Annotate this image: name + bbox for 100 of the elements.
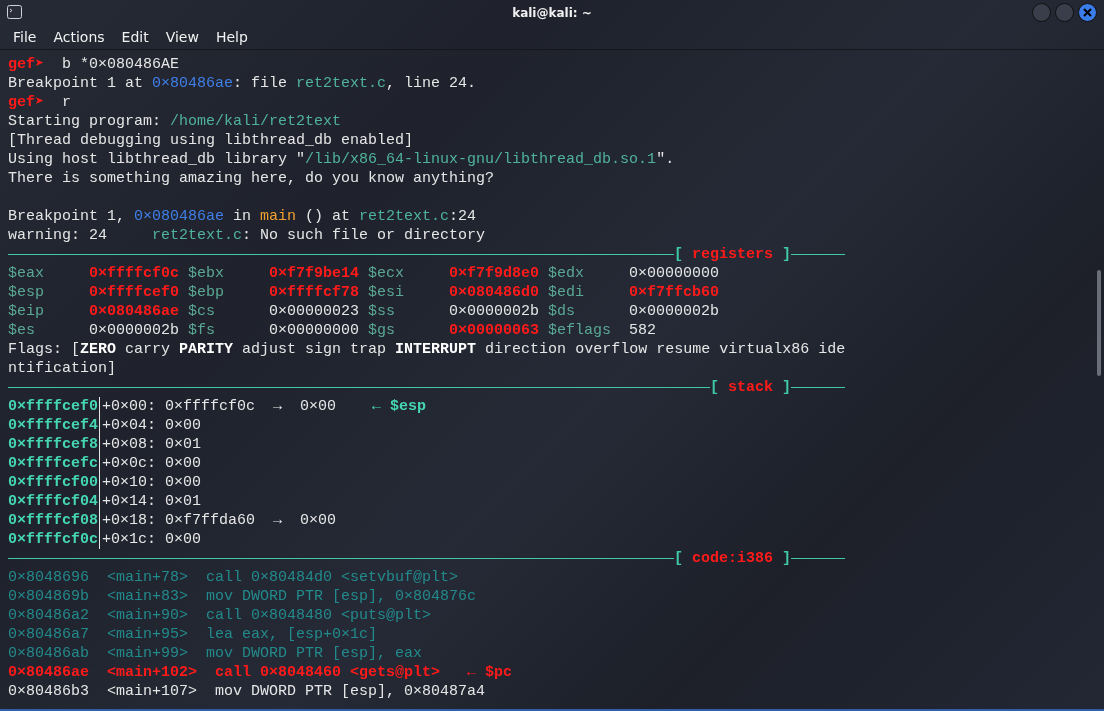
register-name: $esp <box>8 283 45 302</box>
stack-entry: +0×08: 0×01 <box>102 435 202 454</box>
output-line: Starting program: /home/kali/ret2text <box>8 112 342 131</box>
output-line: [Thread debugging using libthread_db enabled] <box>8 131 414 150</box>
register-value: 0×00000000 <box>629 264 721 283</box>
register-name: $ss <box>368 302 397 321</box>
instruction-text: mov DWORD PTR [esp], 0×80487a4 <box>215 682 486 701</box>
register-name: $cs <box>188 302 217 321</box>
register-name: $gs <box>368 321 397 340</box>
output-line: warning: 24 ret2text.c: No such file or directory <box>8 226 486 245</box>
code-symbol: <main+102> <box>107 663 198 682</box>
instruction-text: mov DWORD PTR [esp], 0×804876c <box>206 587 477 606</box>
register-name: $es <box>8 321 36 340</box>
stack-entry: +0×04: 0×00 <box>102 416 202 435</box>
menu-item[interactable]: Help <box>206 29 256 45</box>
code-address: 0×80486ab <box>8 644 89 663</box>
stack-address: 0×ffffcf00 <box>8 473 100 492</box>
instruction-text: mov DWORD PTR [esp], eax <box>206 644 423 663</box>
register-value: 0×0000002b <box>449 302 541 321</box>
code-symbol: <main+107> <box>107 682 198 701</box>
register-name: $ds <box>548 302 577 321</box>
flags-line: ntification] <box>8 359 117 378</box>
code-address: 0×80486a2 <box>8 606 89 625</box>
stack-entry: +0×0c: 0×00 <box>102 454 202 473</box>
register-name: $eip <box>8 302 45 321</box>
stack-address: 0×ffffcf04 <box>8 492 100 511</box>
stack-address: 0×ffffcf08 <box>8 511 100 530</box>
prompt-label: gef➤ <box>8 93 45 112</box>
bracket-text: [ <box>710 378 720 397</box>
register-name: $eax <box>8 264 45 283</box>
code-address: 0×80486a7 <box>8 625 89 644</box>
bracket-text: [ <box>674 245 684 264</box>
flags-line: Flags: [ZERO carry PARITY adjust sign trap INTERRUPT direction overflow resume virtualx86 ide <box>8 340 846 359</box>
bracket-text: ] <box>782 378 792 397</box>
output-line: Using host libthread_db library "/lib/x86_64-linux-gnu/libthread_db.so.1". <box>8 150 675 169</box>
register-value: 0×00000023 <box>269 302 361 321</box>
register-name: $ecx <box>368 264 406 283</box>
code-symbol: <main+99> <box>107 644 189 663</box>
prompt-label: gef➤ <box>8 55 45 74</box>
register-name: $eflags <box>548 321 613 340</box>
register-value: 0×f7ffcb60 <box>629 283 721 302</box>
register-name: $fs <box>188 321 217 340</box>
register-name: $esi <box>368 283 406 302</box>
register-value: 0×00000063 <box>449 321 541 340</box>
minimize-button[interactable] <box>1032 3 1051 22</box>
output-line: Breakpoint 1, 0×080486ae in main () at ret2text.c:24 <box>8 207 477 226</box>
register-value: 582 <box>629 321 658 340</box>
stack-address: 0×ffffcef8 <box>8 435 100 454</box>
instruction-text: call 0×8048480 <puts@plt> <box>206 606 432 625</box>
register-value: 0×080486ae <box>89 302 180 321</box>
register-value: 0×ffffcef0 <box>89 283 180 302</box>
menu-item[interactable]: Actions <box>44 29 113 45</box>
stack-address: 0×ffffcefc <box>8 454 100 473</box>
code-symbol: <main+95> <box>107 625 189 644</box>
menu-item[interactable]: File <box>4 29 45 45</box>
section-title: stack <box>728 378 774 397</box>
output-line: There is something amazing here, do you know anything? <box>8 169 495 188</box>
close-icon <box>1083 8 1092 17</box>
section-title: registers <box>692 245 774 264</box>
register-name: $edi <box>548 283 586 302</box>
stack-address: 0×ffffcf0c <box>8 530 100 549</box>
stack-entry: +0×1c: 0×00 <box>102 530 202 549</box>
instruction-text: call 0×80484d0 <setvbuf@plt> <box>206 568 459 587</box>
register-name: $edx <box>548 264 586 283</box>
stack-address: 0×ffffcef4 <box>8 416 100 435</box>
terminal-icon <box>7 5 22 19</box>
stack-entry: +0×10: 0×00 <box>102 473 202 492</box>
register-name: $ebx <box>188 264 226 283</box>
instruction-text: call 0×8048460 <gets@plt> <box>215 663 441 682</box>
menu-item[interactable]: Edit <box>112 29 157 45</box>
register-value: 0×ffffcf78 <box>269 283 361 302</box>
section-title: code:i386 <box>692 549 774 568</box>
code-address: 0×8048696 <box>8 568 89 587</box>
bracket-text: ] <box>782 549 792 568</box>
menu-item[interactable]: View <box>156 29 207 45</box>
register-value: 0×ffffcf0c <box>89 264 180 283</box>
register-pointer-label: ← $esp <box>372 397 427 416</box>
register-value: 0×0000002b <box>629 302 721 321</box>
stack-entry: +0×18: 0×f7ffda60 → 0×00 <box>102 511 337 530</box>
bracket-text: ] <box>782 245 792 264</box>
code-address: 0×80486b3 <box>8 682 89 701</box>
bracket-text: [ <box>674 549 684 568</box>
register-pointer-label: ← $pc <box>467 663 513 682</box>
code-symbol: <main+83> <box>107 587 189 606</box>
scrollbar-thumb[interactable] <box>1097 270 1101 376</box>
code-address: 0×804869b <box>8 587 89 606</box>
register-value: 0×0000002b <box>89 321 180 340</box>
register-value: 0×f7f9be14 <box>269 264 361 283</box>
output-line: Breakpoint 1 at 0×80486ae: file ret2text.c, line 24. <box>8 74 477 93</box>
stack-address: 0×ffffcef0 <box>8 397 100 416</box>
register-name: $ebp <box>188 283 226 302</box>
instruction-text: lea eax, [esp+0×1c] <box>206 625 378 644</box>
stack-entry: +0×00: 0×ffffcf0c → 0×00 <box>102 397 337 416</box>
close-button[interactable] <box>1078 3 1097 22</box>
command-text: r <box>62 93 72 112</box>
register-value: 0×080486d0 <box>449 283 541 302</box>
stack-entry: +0×14: 0×01 <box>102 492 202 511</box>
command-text: b *0×080486AE <box>62 55 180 74</box>
register-value: 0×f7f9d8e0 <box>449 264 541 283</box>
code-symbol: <main+78> <box>107 568 189 587</box>
